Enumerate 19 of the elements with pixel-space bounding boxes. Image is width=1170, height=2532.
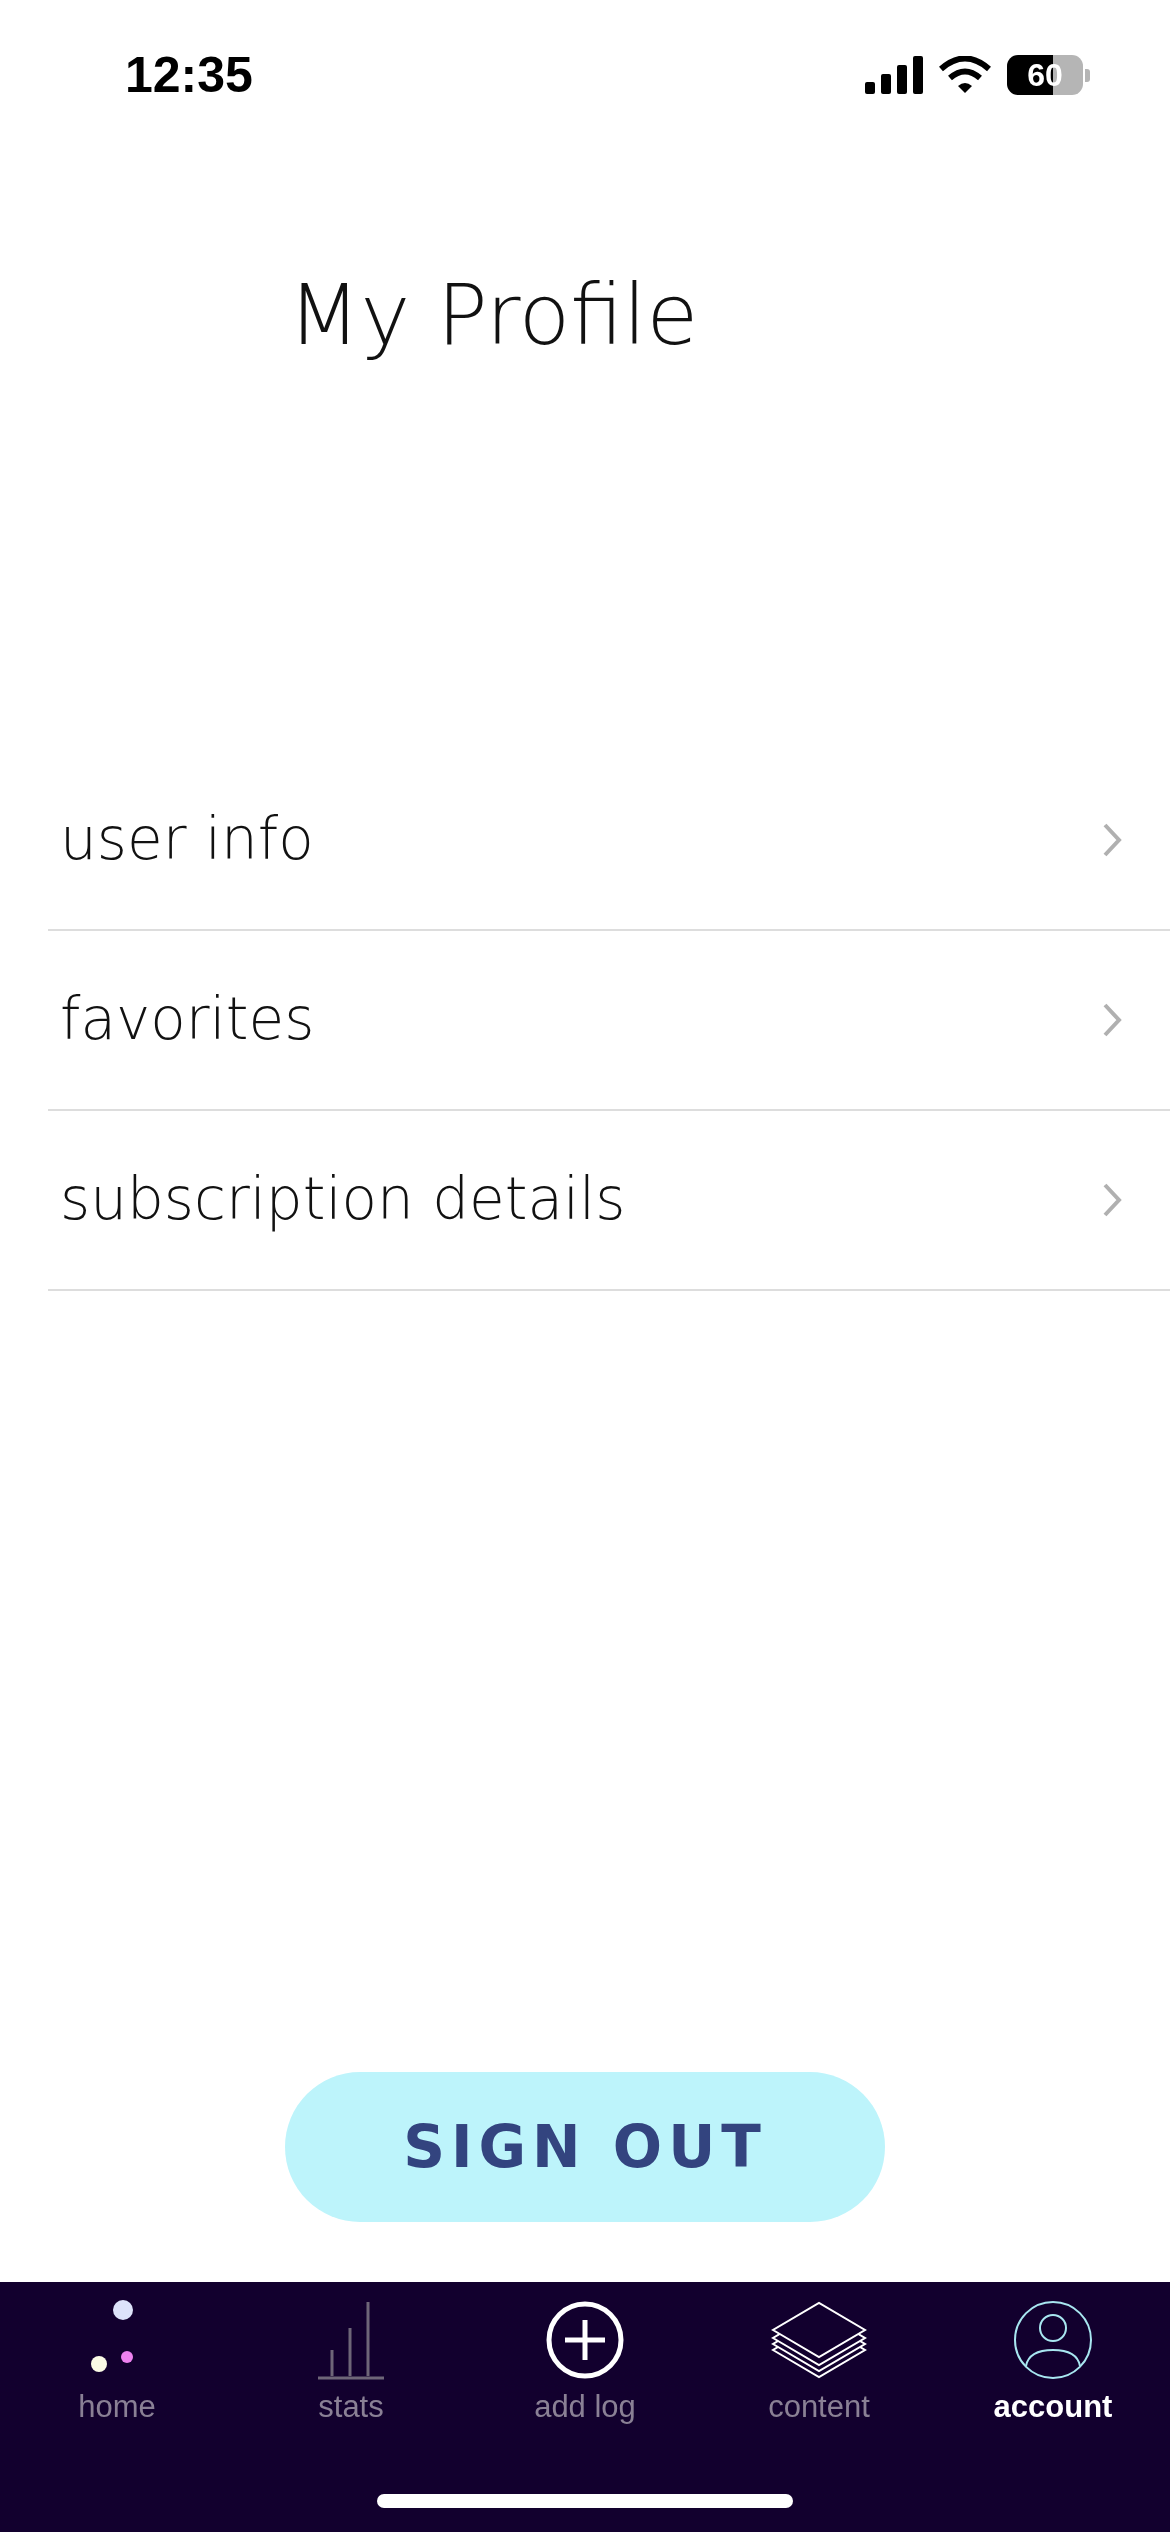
tab-item[interactable]: account bbox=[936, 2282, 1170, 2532]
chevron-icon bbox=[1102, 1181, 1122, 1218]
signal-icon bbox=[865, 56, 923, 94]
layers-icon bbox=[771, 2300, 867, 2380]
menu-item[interactable]: subscription details bbox=[48, 1110, 1170, 1291]
page-title: My Profile bbox=[288, 265, 700, 366]
bar-chart-icon bbox=[316, 2300, 386, 2380]
tab-item[interactable]: stats bbox=[234, 2282, 468, 2532]
user-avatar-icon bbox=[1013, 2300, 1093, 2380]
menu-item[interactable]: user info bbox=[48, 750, 1170, 931]
plus-circle-icon bbox=[545, 2300, 625, 2380]
tab-item[interactable]: add log bbox=[468, 2282, 702, 2532]
chevron-icon bbox=[1102, 821, 1122, 858]
wifi-icon bbox=[939, 56, 991, 94]
menu-item[interactable]: favorites bbox=[48, 930, 1170, 1111]
clock-time: 12:35 bbox=[125, 45, 253, 105]
chevron-icon bbox=[1102, 1001, 1122, 1038]
sign-out-button[interactable]: SIGN OUT bbox=[285, 2072, 885, 2222]
tab-item[interactable]: home bbox=[0, 2282, 234, 2532]
